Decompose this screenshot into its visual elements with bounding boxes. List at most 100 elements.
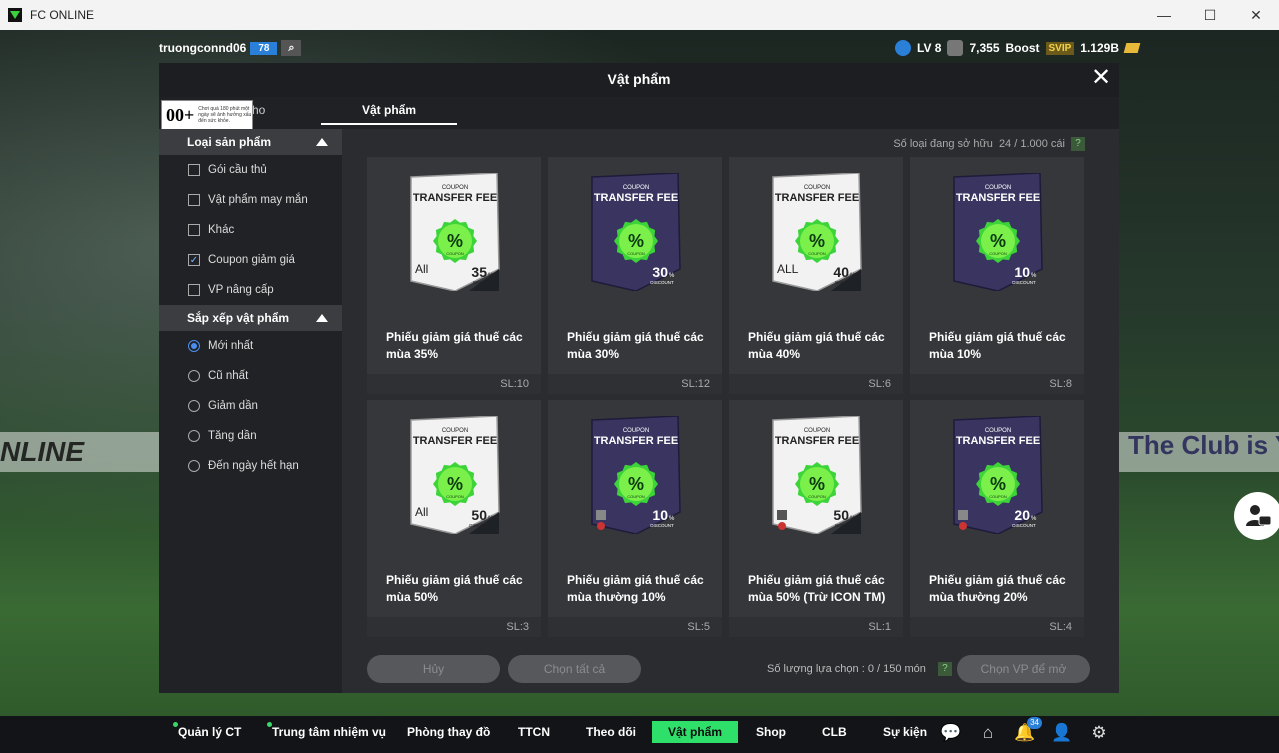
username[interactable]: truongconnd06 bbox=[159, 41, 246, 55]
nav-shop[interactable]: Shop bbox=[756, 725, 786, 739]
filter-1[interactable]: Vật phẩm may mắn bbox=[159, 185, 342, 215]
nav-theo-doi[interactable]: Theo dõi bbox=[586, 725, 636, 739]
nav-ttcn[interactable]: TTCN bbox=[518, 725, 550, 739]
item-card[interactable]: COUPON TRANSFER FEE% COUPON 10% DISCOUNT Phiế… bbox=[548, 400, 722, 637]
level-text: LV 8 bbox=[917, 41, 942, 55]
notification-count: 34 bbox=[1027, 717, 1042, 729]
search-icon[interactable]: ⌕ bbox=[281, 40, 302, 56]
product-type-header[interactable]: Loại sản phẩm bbox=[159, 129, 342, 155]
coupon-top-label: COUPON bbox=[623, 185, 649, 191]
coupon-kind-label: DISCOUNT bbox=[1012, 523, 1036, 528]
nav-clb[interactable]: CLB bbox=[822, 725, 847, 739]
nav-phong-thay-do[interactable]: Phòng thay đồ bbox=[407, 725, 490, 739]
minimize-button[interactable]: — bbox=[1141, 0, 1187, 30]
nav-vat-pham[interactable]: Vật phẩm bbox=[652, 721, 739, 743]
cancel-button[interactable]: Hủy bbox=[367, 655, 500, 683]
item-card[interactable]: COUPON TRANSFER FEE% COUPON 20% DISCOUNT Phiế… bbox=[910, 400, 1084, 637]
coupon-fee-label: TRANSFER FEE bbox=[413, 192, 497, 204]
filter-label: Vật phẩm may mắn bbox=[208, 194, 308, 206]
item-card[interactable]: COUPON TRANSFER FEE% COUPON 50% BONUS Phiếu g… bbox=[729, 400, 903, 637]
radio-button[interactable] bbox=[188, 370, 200, 382]
sort-label: Đến ngày hết hạn bbox=[208, 460, 299, 472]
checkbox[interactable] bbox=[188, 164, 200, 176]
coupon-seal-sub: COUPON bbox=[627, 494, 645, 499]
sort-option-1[interactable]: Cũ nhất bbox=[159, 361, 342, 391]
tab-vat-pham[interactable]: Vật phẩm bbox=[321, 103, 457, 125]
filter-2[interactable]: Khác bbox=[159, 215, 342, 245]
sort-option-2[interactable]: Giảm dần bbox=[159, 391, 342, 421]
coupon-kind-label: DISCOUNT bbox=[650, 523, 674, 528]
season-icon bbox=[777, 510, 787, 520]
user-badge: 78 bbox=[250, 41, 278, 55]
collapse-triangle-icon[interactable] bbox=[316, 138, 328, 146]
select-all-button[interactable]: Chọn tất cả bbox=[508, 655, 641, 683]
radio-button[interactable] bbox=[188, 430, 200, 442]
season-icon bbox=[958, 510, 968, 520]
nav-su-kien[interactable]: Sự kiện bbox=[883, 725, 927, 739]
chat-icon[interactable]: 💬 bbox=[940, 723, 962, 745]
coupon-top-label: COUPON bbox=[442, 428, 468, 434]
coin-icon bbox=[1123, 43, 1141, 53]
checkbox[interactable]: ✓ bbox=[188, 254, 200, 266]
filter-label: Gói cầu thủ bbox=[208, 164, 267, 176]
filter-0[interactable]: Gói cầu thủ bbox=[159, 155, 342, 185]
radio-button[interactable] bbox=[188, 400, 200, 412]
maximize-button[interactable]: ☐ bbox=[1187, 0, 1233, 30]
coupon-image: COUPONTRANSFER FEE%COUPON40 %BONUSALL bbox=[772, 173, 862, 291]
percent-icon: % bbox=[809, 474, 825, 494]
open-selected-button[interactable]: Chọn VP để mở bbox=[957, 655, 1090, 683]
close-icon[interactable]: ✕ bbox=[1089, 66, 1113, 91]
nav-quan-ly-ct[interactable]: Quản lý CT bbox=[173, 722, 241, 739]
collapse-triangle-icon[interactable] bbox=[316, 314, 328, 322]
filter-label: VP nâng cấp bbox=[208, 284, 274, 296]
checkbox[interactable] bbox=[188, 194, 200, 206]
coupon-image: COUPONTRANSFER FEE%COUPON50 %BONUS bbox=[772, 416, 862, 534]
coupon-top-label: COUPON bbox=[985, 185, 1011, 191]
checkbox[interactable] bbox=[188, 284, 200, 296]
checkbox[interactable] bbox=[188, 224, 200, 236]
help-icon[interactable]: ? bbox=[937, 662, 952, 676]
item-card[interactable]: COUPON TRANSFER FEE% COUPON 10% DISCOUNT Phiế… bbox=[910, 157, 1084, 394]
coupon-kind-label: DISCOUNT bbox=[469, 523, 493, 528]
help-icon[interactable]: ? bbox=[1071, 137, 1085, 151]
filter-3[interactable]: ✓ Coupon giảm giá bbox=[159, 245, 342, 275]
nav-trung-tam-nhiem-vu[interactable]: Trung tâm nhiệm vụ bbox=[267, 722, 386, 739]
radio-button[interactable] bbox=[188, 460, 200, 472]
support-chat-button[interactable] bbox=[1234, 492, 1279, 540]
settings-gear-icon[interactable]: ⚙ bbox=[1088, 723, 1110, 745]
coupon-percent-sign: % bbox=[669, 516, 675, 522]
sort-option-0[interactable]: Mới nhất bbox=[159, 331, 342, 361]
percent-icon: % bbox=[990, 231, 1006, 251]
coupon-percent-value: 40 bbox=[833, 264, 849, 280]
sort-header[interactable]: Sắp xếp vật phẩm bbox=[159, 305, 342, 331]
item-name: Phiếu giảm giá thuế các mùa thường 10% bbox=[567, 573, 704, 604]
coupon-fee-label: TRANSFER FEE bbox=[775, 192, 859, 204]
coupon-top-label: COUPON bbox=[623, 428, 649, 434]
item-name: Phiếu giảm giá thuế các mùa 10% bbox=[929, 330, 1066, 361]
item-quantity: SL:3 bbox=[367, 617, 541, 637]
coupon-top-label: COUPON bbox=[804, 428, 830, 434]
owned-label: Số loại đang sở hữu bbox=[893, 138, 993, 150]
user-info: truongconnd06 78 ⌕ bbox=[159, 40, 302, 56]
item-name: Phiếu giảm giá thuế các mùa thường 20% bbox=[929, 573, 1066, 604]
coupon-percent-value: 35 bbox=[471, 264, 487, 280]
item-card[interactable]: COUPON TRANSFER FEE% COUPON 30% DISCOUNT Phiế… bbox=[548, 157, 722, 394]
item-card[interactable]: COUPON TRANSFER FEE% COUPON 40% BONUS ALL Phiế… bbox=[729, 157, 903, 394]
close-window-button[interactable]: ✕ bbox=[1233, 0, 1279, 30]
bottom-nav: Quản lý CT Trung tâm nhiệm vụ Phòng thay đ… bbox=[0, 716, 1279, 753]
background-banner-right-text: The Club is Y bbox=[1128, 430, 1279, 460]
filter-4[interactable]: VP nâng cấp bbox=[159, 275, 342, 305]
item-card[interactable]: COUPON TRANSFER FEE% COUPON 35% BONUS All Phiế… bbox=[367, 157, 541, 394]
support-chat-icon bbox=[1246, 505, 1272, 526]
no-icon bbox=[597, 522, 605, 530]
coupon-percent-sign: % bbox=[850, 516, 856, 522]
no-icon bbox=[778, 522, 786, 530]
item-card[interactable]: COUPON TRANSFER FEE% COUPON 50% DISCOUNT All P… bbox=[367, 400, 541, 637]
bell-icon[interactable]: 🔔 34 bbox=[1014, 717, 1042, 745]
age-rating-number: 00+ bbox=[166, 104, 195, 125]
profile-icon[interactable]: 👤 bbox=[1051, 723, 1073, 745]
home-icon[interactable]: ⌂ bbox=[977, 723, 999, 745]
radio-button[interactable] bbox=[188, 340, 200, 352]
sort-option-4[interactable]: Đến ngày hết hạn bbox=[159, 451, 342, 481]
sort-option-3[interactable]: Tăng dần bbox=[159, 421, 342, 451]
